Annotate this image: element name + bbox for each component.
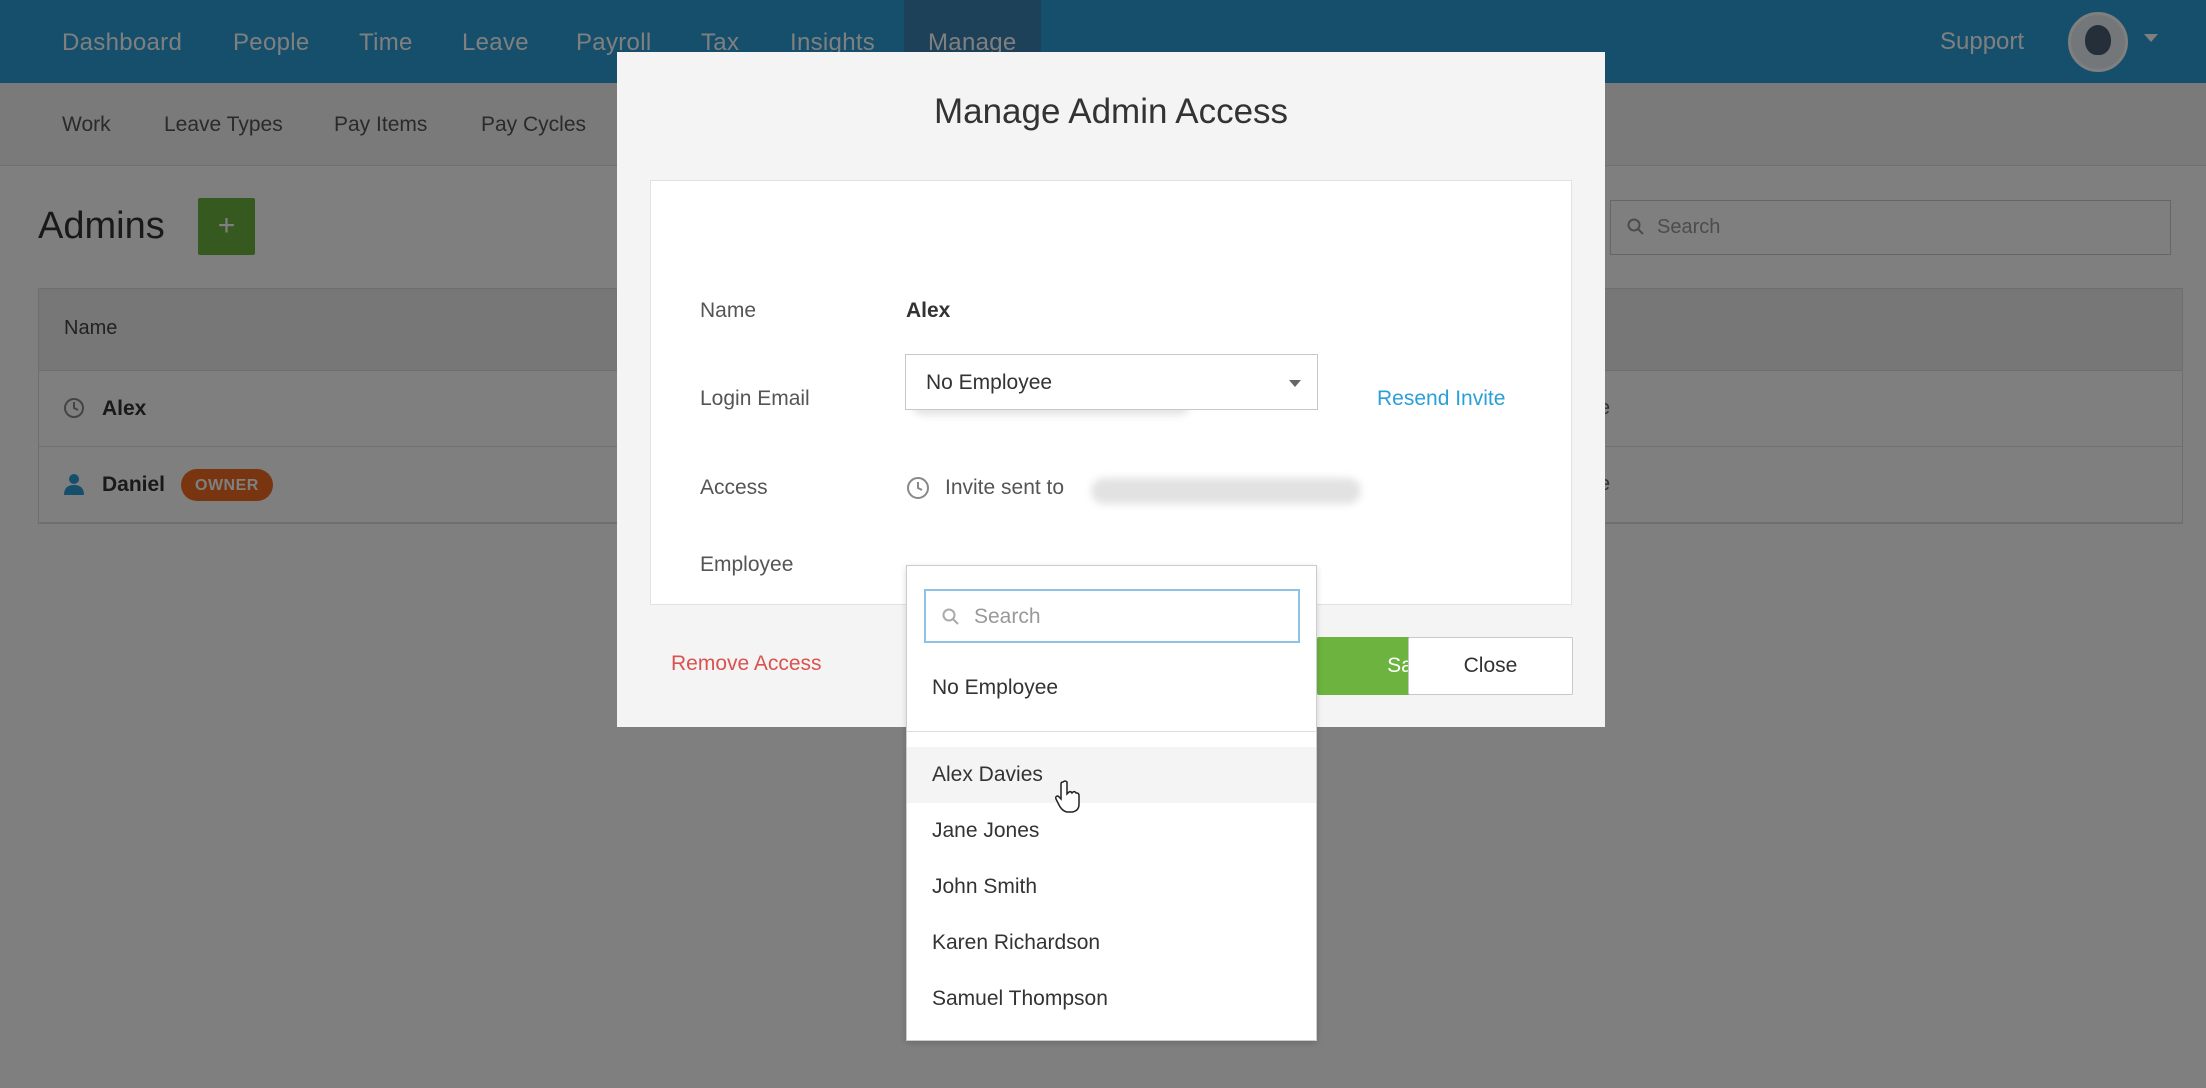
employee-label: Employee — [700, 553, 794, 576]
clock-icon — [907, 477, 929, 499]
name-label: Name — [700, 299, 757, 322]
option-employee[interactable]: Alex Davies — [907, 747, 1316, 803]
search-icon — [942, 608, 959, 625]
login-email-label: Login Email — [700, 387, 810, 410]
close-button[interactable]: Close — [1408, 637, 1573, 695]
remove-access-link[interactable]: Remove Access — [671, 652, 822, 676]
hand-cursor-icon — [1055, 780, 1080, 813]
search-placeholder: Search — [974, 605, 1041, 628]
divider — [907, 731, 1316, 732]
option-employee[interactable]: Samuel Thompson — [907, 971, 1316, 1027]
employee-search-input[interactable]: Search — [924, 589, 1300, 643]
employee-select-value: No Employee — [926, 371, 1053, 394]
name-value: Alex — [906, 299, 951, 322]
employee-dropdown: Search No Employee Alex Davies Jane Jone… — [906, 565, 1317, 1041]
option-employee[interactable]: Karen Richardson — [907, 915, 1316, 971]
modal-title: Manage Admin Access — [933, 92, 1289, 131]
option-employee[interactable]: Jane Jones — [907, 803, 1316, 859]
access-label: Access — [700, 476, 768, 499]
chevron-down-icon — [1289, 380, 1301, 387]
resend-invite-link[interactable]: Resend Invite — [1377, 387, 1505, 411]
access-status: Invite sent to — [945, 476, 1065, 499]
option-employee[interactable]: John Smith — [907, 859, 1316, 915]
employee-select[interactable]: No Employee — [905, 354, 1318, 410]
redacted-invite-email — [1091, 478, 1361, 504]
option-no-employee[interactable]: No Employee — [907, 660, 1316, 716]
